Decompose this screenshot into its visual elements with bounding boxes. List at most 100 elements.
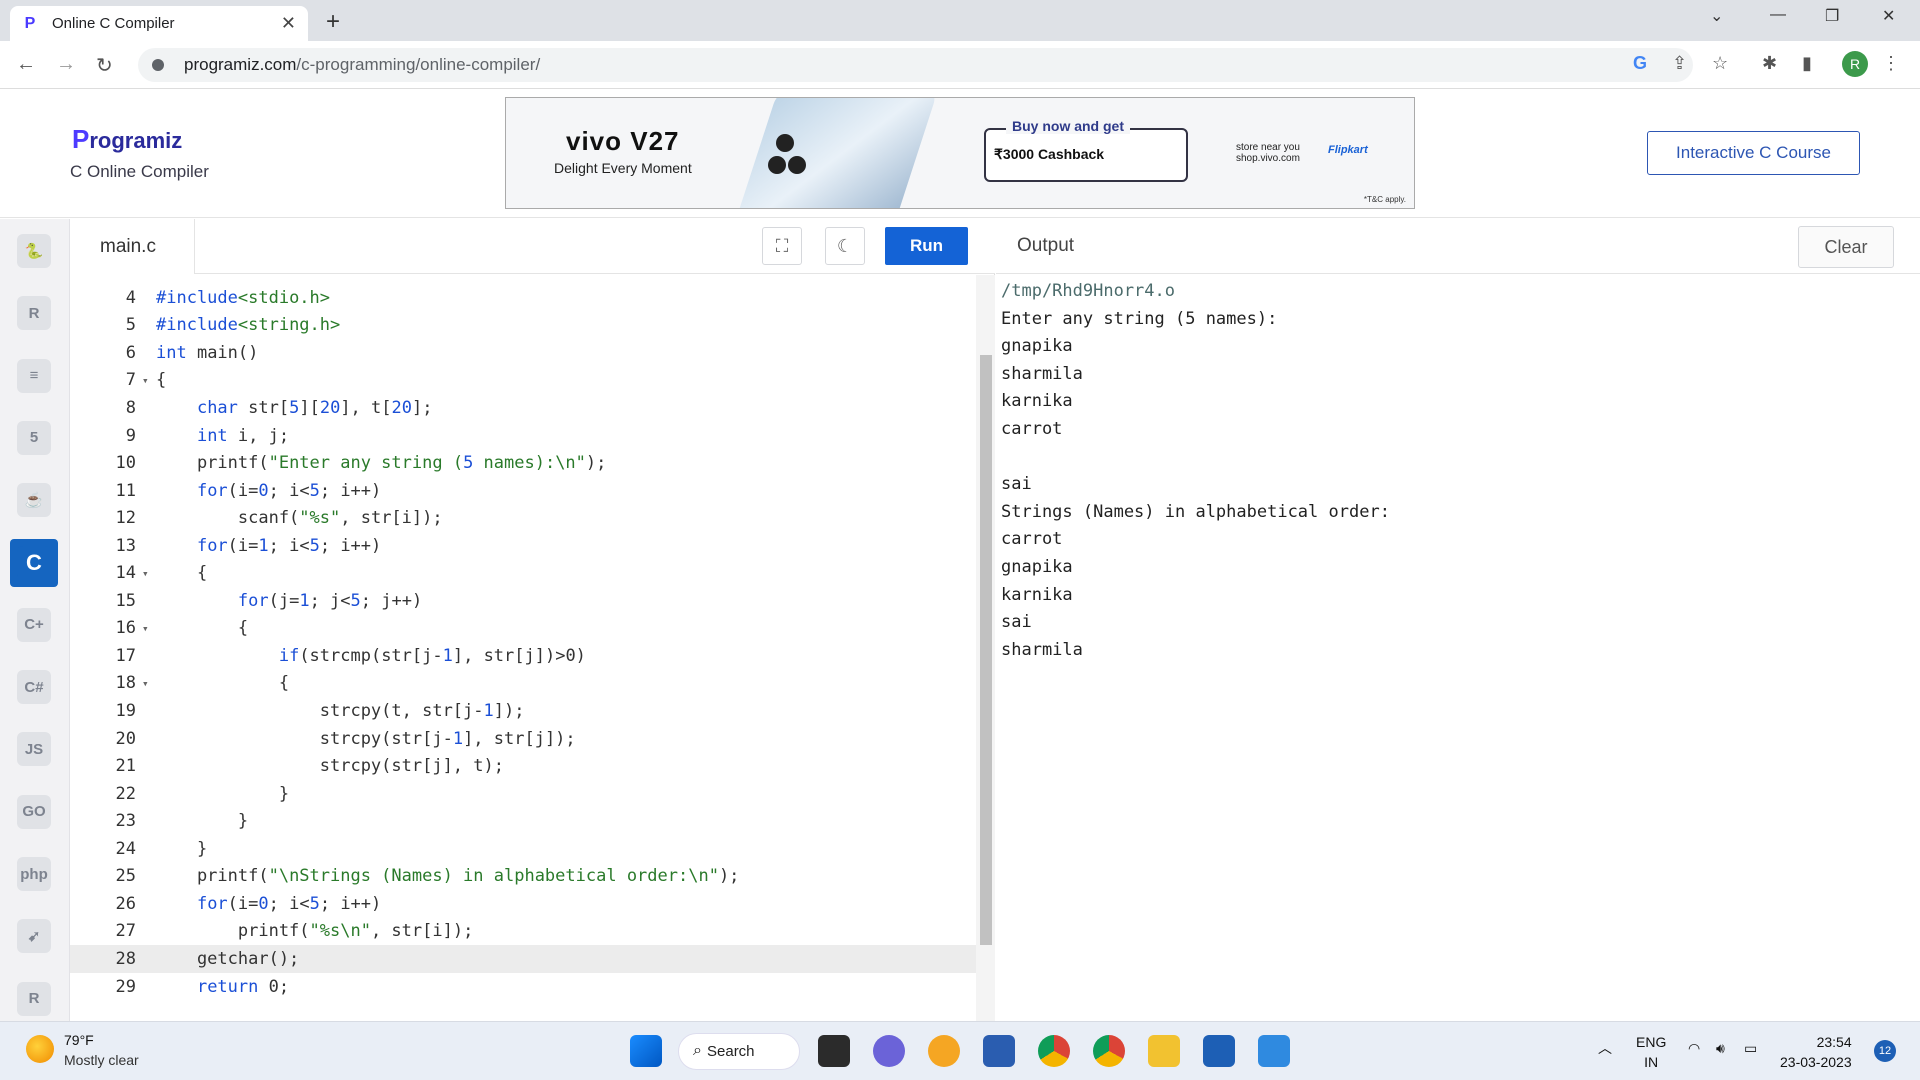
code-line[interactable]: 25 printf("\nStrings (Names) in alphabet… [70, 863, 982, 891]
taskbar-search[interactable]: ⌕ Search [678, 1033, 800, 1070]
extensions-icon[interactable]: ✱ [1762, 53, 1777, 74]
google-lens-icon[interactable]: G [1633, 53, 1647, 74]
url-field[interactable]: programiz.com/c-programming/online-compi… [138, 48, 1693, 82]
code-line[interactable]: 4 #include<stdio.h> [70, 284, 982, 312]
chrome-profile-icon[interactable] [1093, 1035, 1125, 1067]
weather-desc[interactable]: Mostly clear [64, 1052, 139, 1068]
code-line[interactable]: 11 for(i=0; i<5; i++) [70, 477, 982, 505]
menu-icon[interactable]: ⋮ [1882, 53, 1900, 74]
editor-scrollbar[interactable] [976, 275, 995, 1021]
language-csharp-button[interactable]: C# [10, 663, 58, 711]
code-line[interactable]: 21 strcpy(str[j], t); [70, 752, 982, 780]
chrome-icon[interactable] [1038, 1035, 1070, 1067]
code-line[interactable]: 10 printf("Enter any string (5 names):\n… [70, 449, 982, 477]
fold-arrow-icon[interactable]: ▾ [142, 374, 156, 387]
advertisement-banner[interactable]: vivo V27 Delight Every Moment Buy now an… [505, 97, 1415, 209]
bookmark-star-icon[interactable]: ☆ [1712, 53, 1728, 74]
reload-icon[interactable]: ↻ [96, 53, 113, 78]
teams-chat-icon[interactable] [873, 1035, 905, 1067]
battery-icon[interactable]: ▭ [1744, 1040, 1757, 1057]
new-tab-icon[interactable]: + [326, 8, 340, 36]
chevron-up-icon[interactable]: ︿ [1598, 1038, 1612, 1058]
interactive-c-course-button[interactable]: Interactive C Course [1647, 131, 1860, 175]
fold-arrow-icon[interactable]: ▾ [142, 677, 156, 690]
weather-icon[interactable] [26, 1035, 54, 1063]
language-rust-button[interactable]: R [10, 975, 58, 1023]
language-indicator[interactable]: ENG IN [1636, 1032, 1666, 1072]
word-icon[interactable] [1203, 1035, 1235, 1067]
programiz-logo[interactable]: Programiz [72, 124, 182, 155]
close-window-icon[interactable]: ✕ [1882, 6, 1895, 26]
editor-scroll-thumb[interactable] [980, 355, 992, 945]
code-line[interactable]: 9 int i, j; [70, 422, 982, 450]
code-line[interactable]: 27 printf("%s\n", str[i]); [70, 918, 982, 946]
code-line[interactable]: 12 scanf("%s", str[i]); [70, 504, 982, 532]
volume-icon[interactable]: 🔊︎ [1716, 1040, 1725, 1057]
app-icon[interactable] [928, 1035, 960, 1067]
code-line[interactable]: 22 } [70, 780, 982, 808]
profile-avatar[interactable]: R [1842, 51, 1868, 77]
language-java-button[interactable]: ☕ [10, 476, 58, 524]
notification-badge[interactable]: 12 [1874, 1040, 1896, 1062]
tab-search-icon[interactable]: ⌄ [1710, 6, 1723, 26]
close-tab-icon[interactable]: ✕ [281, 13, 296, 34]
code-line[interactable]: 28 getchar(); [70, 945, 982, 973]
code-line[interactable]: 26 for(i=0; i<5; i++) [70, 890, 982, 918]
code-text: return 0; [196, 976, 290, 997]
ad-store-line2: shop.vivo.com [1236, 153, 1300, 164]
html-icon: 5 [17, 420, 51, 455]
language-swift-button[interactable]: ➹ [10, 912, 58, 960]
language-python-button[interactable]: 🐍 [10, 227, 58, 275]
file-tab-main-c[interactable]: main.c [70, 219, 195, 274]
weather-temp[interactable]: 79°F [64, 1032, 94, 1048]
language-js-button[interactable]: JS [10, 725, 58, 773]
side-panel-icon[interactable]: ▮ [1802, 53, 1812, 74]
back-icon[interactable]: ← [16, 53, 36, 76]
language-cpp-button[interactable]: C+ [10, 601, 58, 649]
photos-icon[interactable] [1258, 1035, 1290, 1067]
fold-arrow-icon[interactable]: ▾ [142, 622, 156, 635]
fullscreen-icon[interactable]: ⛶ [762, 227, 802, 265]
phone-camera-icon [776, 134, 794, 152]
code-line[interactable]: 23 } [70, 807, 982, 835]
language-r-button[interactable]: R [10, 289, 58, 337]
code-line[interactable]: 15 for(j=1; j<5; j++) [70, 587, 982, 615]
start-icon[interactable] [630, 1035, 662, 1067]
code-line[interactable]: 29 return 0; [70, 973, 982, 1001]
code-line[interactable]: 16 ▾ { [70, 615, 982, 643]
fold-arrow-icon[interactable]: ▾ [142, 567, 156, 580]
code-line[interactable]: 14 ▾ { [70, 560, 982, 588]
language-html-button[interactable]: 5 [10, 414, 58, 462]
forward-icon[interactable]: → [56, 53, 76, 76]
clear-button[interactable]: Clear [1798, 226, 1894, 268]
browser-tab[interactable]: P Online C Compiler ✕ [10, 6, 308, 41]
code-line[interactable]: 8 char str[5][20], t[20]; [70, 394, 982, 422]
output-console[interactable]: /tmp/Rhd9Hnorr4.o Enter any string (5 nam… [1001, 278, 1390, 664]
language-go-button[interactable]: GO [10, 788, 58, 836]
line-number: 15 [115, 590, 136, 611]
minimize-icon[interactable]: — [1770, 6, 1786, 24]
code-line[interactable]: 13 for(i=1; i<5; i++) [70, 532, 982, 560]
share-icon[interactable]: ⇪ [1672, 53, 1687, 74]
code-line[interactable]: 18 ▾ { [70, 670, 982, 698]
clock[interactable]: 23:54 23-03-2023 [1780, 1032, 1852, 1072]
code-line[interactable]: 6 int main() [70, 339, 982, 367]
code-line[interactable]: 17 if(strcmp(str[j-1], str[j])>0) [70, 642, 982, 670]
wifi-icon[interactable]: ◠ [1688, 1040, 1700, 1057]
dark-mode-icon[interactable]: ☾ [825, 227, 865, 265]
code-line[interactable]: 24 } [70, 835, 982, 863]
line-number: 11 [115, 480, 136, 501]
code-line[interactable]: 20 strcpy(str[j-1], str[j]); [70, 725, 982, 753]
file-explorer-icon[interactable] [1148, 1035, 1180, 1067]
code-line[interactable]: 5 #include<string.h> [70, 312, 982, 340]
language-c-button[interactable]: C [10, 538, 58, 587]
language-sql-button[interactable]: ≡ [10, 352, 58, 400]
code-line[interactable]: 7 ▾{ [70, 367, 982, 395]
run-button[interactable]: Run [885, 227, 968, 265]
language-php-button[interactable]: php [10, 850, 58, 898]
code-line[interactable]: 19 strcpy(t, str[j-1]); [70, 697, 982, 725]
task-view-icon[interactable] [818, 1035, 850, 1067]
restore-icon[interactable]: ❐ [1825, 6, 1839, 26]
store-icon[interactable] [983, 1035, 1015, 1067]
code-area[interactable]: 4 #include<stdio.h> 5 #include<string.h> 6 in… [70, 275, 982, 1021]
